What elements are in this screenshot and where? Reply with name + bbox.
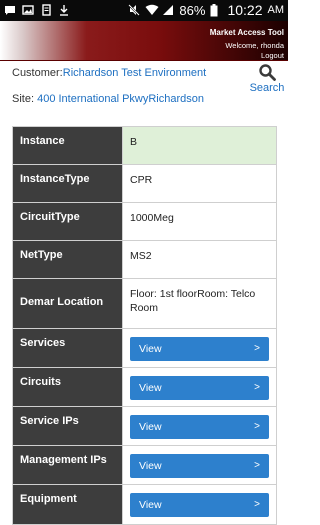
chevron-right-icon: >: [254, 460, 260, 471]
site-label: Site:: [12, 93, 38, 105]
battery-percent: 86%: [179, 2, 206, 18]
search-button[interactable]: Search: [248, 64, 286, 94]
status-right: 86% 10:22 AM: [128, 2, 284, 18]
table-row: Circuits View >: [13, 368, 276, 407]
customer-label: Customer:: [12, 67, 63, 79]
table-row: Services View >: [13, 329, 276, 368]
mute-icon: [128, 4, 141, 16]
chevron-right-icon: >: [254, 421, 260, 432]
chevron-right-icon: >: [254, 499, 260, 510]
table-row: Management IPs View >: [13, 446, 276, 485]
message-icon: [4, 3, 16, 15]
row-value: MS2: [123, 241, 276, 278]
site-row: Site: 400 International PkwyRichardson: [12, 92, 242, 112]
view-label: View: [139, 382, 162, 394]
view-management-ips-button[interactable]: View >: [130, 454, 269, 478]
search-label: Search: [249, 82, 285, 94]
table-row: Instance B: [13, 127, 276, 165]
chevron-right-icon: >: [254, 382, 260, 393]
row-value: View >: [123, 407, 276, 445]
status-bar: 86% 10:22 AM: [0, 0, 288, 21]
view-label: View: [139, 499, 162, 511]
app-title: Market Access Tool: [209, 28, 284, 37]
row-value: Floor: 1st floorRoom: Telco Room: [123, 279, 276, 328]
view-equipment-button[interactable]: View >: [130, 493, 269, 517]
file-icon: [40, 3, 52, 16]
view-label: View: [139, 343, 162, 355]
row-label: Circuits: [13, 368, 123, 406]
row-label: NetType: [13, 241, 123, 278]
chevron-right-icon: >: [254, 343, 260, 354]
row-value: 1000Meg: [123, 203, 276, 240]
table-row: InstanceType CPR: [13, 165, 276, 203]
instance-table: Instance B InstanceType CPR CircuitType …: [12, 126, 277, 525]
view-label: View: [139, 460, 162, 472]
signal-icon: [162, 4, 174, 16]
welcome-text: Welcome, rhonda: [225, 41, 284, 50]
customer-row: Customer:Richardson Test Environment: [12, 66, 242, 86]
row-value: View >: [123, 485, 276, 524]
row-label: Management IPs: [13, 446, 123, 484]
row-label: InstanceType: [13, 165, 123, 202]
view-label: View: [139, 421, 162, 433]
site-info: Customer:Richardson Test Environment Sit…: [12, 66, 242, 112]
logout-link[interactable]: Logout: [261, 51, 284, 60]
view-circuits-button[interactable]: View >: [130, 376, 269, 400]
clock-ampm: AM: [267, 4, 285, 16]
table-row: Service IPs View >: [13, 407, 276, 446]
battery-icon: [210, 4, 222, 17]
customer-link[interactable]: Richardson Test Environment: [63, 67, 206, 79]
clock-time: 10:22: [227, 2, 263, 18]
status-left: [4, 3, 70, 16]
view-services-button[interactable]: View >: [130, 337, 269, 361]
site-link[interactable]: 400 International PkwyRichardson: [37, 93, 204, 105]
row-label: Demar Location: [13, 279, 123, 328]
image-icon: [22, 3, 34, 15]
view-service-ips-button[interactable]: View >: [130, 415, 269, 439]
table-row: Equipment View >: [13, 485, 276, 524]
download-icon: [58, 3, 70, 16]
search-icon: [248, 64, 286, 81]
row-value: View >: [123, 446, 276, 484]
row-value: CPR: [123, 165, 276, 202]
app-header: Market Access Tool Welcome, rhonda Logou…: [0, 21, 288, 61]
wifi-icon: [145, 4, 159, 16]
row-label: CircuitType: [13, 203, 123, 240]
row-value: View >: [123, 329, 276, 367]
row-value: B: [123, 127, 276, 164]
row-label: Instance: [13, 127, 123, 164]
row-value: View >: [123, 368, 276, 406]
table-row: Demar Location Floor: 1st floorRoom: Tel…: [13, 279, 276, 329]
row-label: Service IPs: [13, 407, 123, 445]
row-label: Services: [13, 329, 123, 367]
row-label: Equipment: [13, 485, 123, 524]
table-row: CircuitType 1000Meg: [13, 203, 276, 241]
table-row: NetType MS2: [13, 241, 276, 279]
